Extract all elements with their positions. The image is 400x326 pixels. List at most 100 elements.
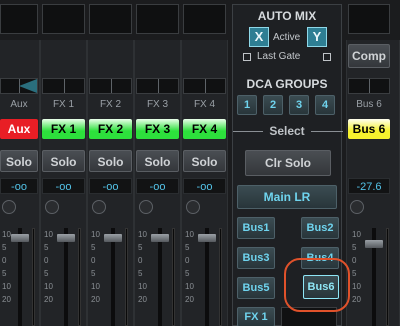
scale-label: 10 [2, 230, 11, 239]
pan-bus6[interactable] [348, 78, 390, 94]
lcd-aux[interactable]: Aux [0, 119, 38, 139]
fader-handle-fx2[interactable] [104, 234, 122, 242]
scale-label: 5 [2, 243, 7, 252]
channel-name-fx4: FX 4 [193, 99, 216, 110]
bus1-button[interactable]: Bus1 [237, 217, 275, 239]
fader-handle-aux[interactable] [11, 234, 29, 242]
scale-label: 10 [2, 282, 11, 291]
dca-groups-title: DCA GROUPS [246, 77, 328, 91]
channel-name-fx2: FX 2 [99, 99, 122, 110]
meter-bus6 [386, 228, 389, 326]
scale-label: 20 [352, 295, 361, 304]
clr-solo-button[interactable]: Clr Solo [245, 150, 331, 176]
automix-y-button[interactable]: Y [307, 27, 327, 47]
fader-handle-fx3[interactable] [151, 234, 169, 242]
scale-label: 0 [44, 256, 49, 265]
scale-label: 0 [138, 256, 143, 265]
knob-fx2[interactable] [92, 200, 106, 214]
scale-label: 20 [44, 295, 53, 304]
highlight-ring [284, 258, 350, 312]
scale-label: 5 [2, 269, 7, 278]
scale-label: 5 [91, 243, 96, 252]
dca-button-2[interactable]: 2 [263, 95, 283, 115]
fader-handle-fx1[interactable] [57, 234, 75, 242]
comp-button[interactable]: Comp [348, 44, 390, 68]
fader-track-fx2[interactable] [111, 228, 115, 326]
fader-scale-fx1: 10 5 0 5 10 20 [44, 228, 53, 306]
meter-fx2 [125, 228, 128, 326]
scale-label: 5 [185, 243, 190, 252]
scale-label: 0 [2, 256, 7, 265]
scale-label: 10 [185, 230, 194, 239]
knob-fx3[interactable] [139, 200, 153, 214]
fader-track-fx3[interactable] [158, 228, 162, 326]
solo-button-fx2[interactable]: Solo [89, 150, 132, 172]
display-fx2 [89, 4, 132, 34]
solo-button-aux[interactable]: Solo [0, 150, 38, 172]
level-fx1: -oo [42, 178, 85, 194]
pan-fx1[interactable] [42, 78, 85, 94]
level-bus6: -27.6 [348, 178, 390, 194]
pan-fx3[interactable] [136, 78, 179, 94]
pan-fx2[interactable] [89, 78, 132, 94]
lcd-fx1[interactable]: FX 1 [42, 119, 85, 139]
scale-label: 5 [44, 269, 49, 278]
lcd-fx4[interactable]: FX 4 [183, 119, 226, 139]
knob-fx1[interactable] [45, 200, 59, 214]
pan-aux[interactable] [0, 78, 38, 94]
meter-fx3 [172, 228, 175, 326]
channel-name-aux: Aux [10, 99, 28, 110]
display-fx3 [136, 4, 179, 34]
fader-handle-fx4[interactable] [198, 234, 216, 242]
scale-label: 5 [138, 243, 143, 252]
solo-button-fx1[interactable]: Solo [42, 150, 85, 172]
dca-button-3[interactable]: 3 [289, 95, 309, 115]
scale-label: 5 [44, 243, 49, 252]
dca-button-1[interactable]: 1 [237, 95, 257, 115]
fader-scale-fx3: 10 5 0 5 10 20 [138, 228, 147, 306]
last-gate-checkbox-right[interactable] [323, 53, 331, 61]
level-aux: -oo [0, 178, 38, 194]
fader-track-fx4[interactable] [205, 228, 209, 326]
scale-label: 10 [91, 282, 100, 291]
bus5-button[interactable]: Bus5 [237, 277, 275, 299]
meter-fx1 [78, 228, 81, 326]
display-aux [0, 4, 38, 34]
meter-aux [32, 228, 35, 326]
solo-button-fx3[interactable]: Solo [136, 150, 179, 172]
lcd-bus6[interactable]: Bus 6 [348, 119, 390, 139]
knob-aux[interactable] [2, 200, 16, 214]
last-gate-checkbox-left[interactable] [243, 53, 251, 61]
scale-label: 10 [352, 230, 361, 239]
fader-track-fx1[interactable] [64, 228, 68, 326]
scale-label: 10 [138, 230, 147, 239]
knob-bus6[interactable] [350, 200, 364, 214]
lcd-fx3[interactable]: FX 3 [136, 119, 179, 139]
scale-label: 10 [352, 282, 361, 291]
scale-label: 20 [91, 295, 100, 304]
channel-name-bus6: Bus 6 [356, 99, 382, 110]
automix-active-label: Active [273, 32, 301, 43]
solo-button-fx4[interactable]: Solo [183, 150, 226, 172]
scale-label: 10 [44, 230, 53, 239]
bus3-button[interactable]: Bus3 [237, 247, 275, 269]
scale-label: 5 [185, 269, 190, 278]
fader-track-aux[interactable] [18, 228, 22, 326]
fx1-button[interactable]: FX 1 [237, 307, 275, 326]
display-fx4 [183, 4, 226, 34]
pan-fx4[interactable] [183, 78, 226, 94]
display-bus6 [348, 4, 390, 34]
lcd-fx2[interactable]: FX 2 [89, 119, 132, 139]
bus2-button[interactable]: Bus2 [301, 217, 339, 239]
scale-label: 0 [91, 256, 96, 265]
dca-button-4[interactable]: 4 [315, 95, 335, 115]
automix-title: AUTO MIX [257, 9, 317, 23]
automix-x-button[interactable]: X [249, 27, 269, 47]
fader-handle-bus6[interactable] [365, 240, 383, 248]
scale-label: 10 [91, 230, 100, 239]
scale-label: 20 [2, 295, 11, 304]
main-lr-button[interactable]: Main LR [237, 185, 337, 209]
knob-fx4[interactable] [186, 200, 200, 214]
scale-label: 5 [352, 269, 357, 278]
fader-scale-fx4: 10 5 0 5 10 20 [185, 228, 194, 306]
